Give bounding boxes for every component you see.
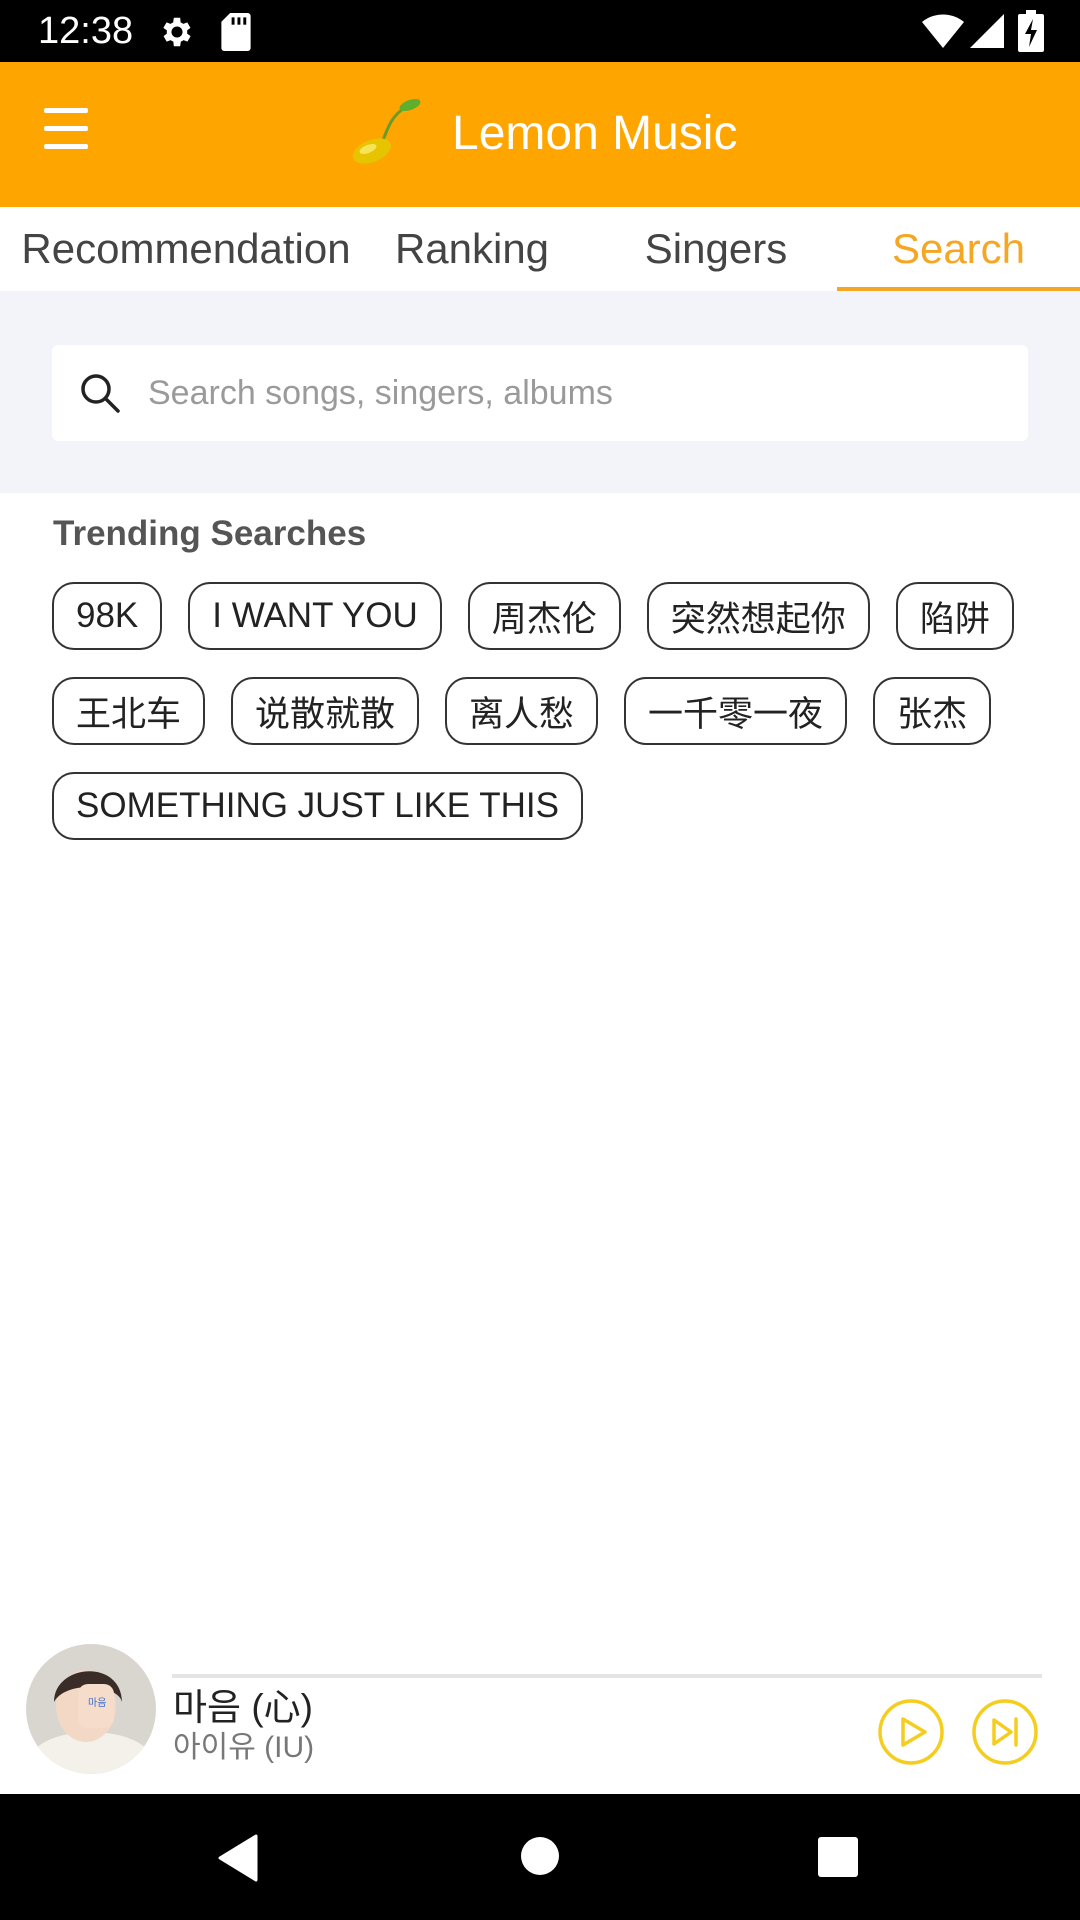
song-artist: 아이유 (IU) bbox=[173, 1731, 315, 1764]
menu-icon-line bbox=[44, 107, 88, 113]
tab-recommendation[interactable]: Recommendation bbox=[0, 207, 372, 291]
mini-player[interactable]: 마음 마음 (心) 아이유 (IU) bbox=[0, 1638, 1080, 1794]
trending-tag[interactable]: 周杰伦 bbox=[467, 582, 621, 650]
menu-icon-line bbox=[44, 125, 88, 131]
sd-card-icon bbox=[221, 13, 251, 51]
search-area bbox=[0, 291, 1080, 493]
next-button[interactable] bbox=[972, 1699, 1038, 1765]
settings-icon bbox=[163, 17, 191, 47]
home-icon[interactable] bbox=[520, 1836, 560, 1876]
wifi-icon bbox=[922, 14, 964, 48]
search-box bbox=[52, 345, 1028, 441]
tab-ranking[interactable]: Ranking bbox=[372, 207, 572, 291]
system-nav-bar bbox=[0, 1794, 1080, 1920]
app-bar: Lemon Music bbox=[0, 62, 1080, 207]
play-button[interactable] bbox=[878, 1699, 944, 1765]
battery-icon bbox=[1018, 10, 1044, 52]
album-art[interactable]: 마음 bbox=[26, 1644, 156, 1774]
menu-icon-line bbox=[44, 143, 88, 149]
search-icon bbox=[81, 374, 120, 413]
svg-text:마음: 마음 bbox=[88, 1697, 106, 1709]
menu-button[interactable] bbox=[30, 92, 102, 164]
trending-tag[interactable]: I WANT YOU bbox=[188, 582, 442, 650]
trending-tags: 98K I WANT YOU 周杰伦 突然想起你 陷阱 王北车 说散就散 离人愁… bbox=[52, 582, 1042, 840]
cell-signal-icon bbox=[970, 14, 1004, 48]
trending-tag[interactable]: 突然想起你 bbox=[646, 582, 870, 650]
playback-progress[interactable] bbox=[172, 1674, 1042, 1678]
recents-icon[interactable] bbox=[818, 1837, 858, 1877]
trending-tag[interactable]: 离人愁 bbox=[445, 677, 599, 745]
app-title: Lemon Music bbox=[452, 107, 738, 160]
tab-bar: Recommendation Ranking Singers Search bbox=[0, 207, 1080, 291]
status-bar: 12:38 bbox=[0, 0, 1080, 62]
tab-search[interactable]: Search bbox=[837, 207, 1080, 291]
trending-tag[interactable]: 98K bbox=[52, 582, 163, 650]
trending-title: Trending Searches bbox=[53, 514, 367, 553]
trending-tag[interactable]: 王北车 bbox=[52, 677, 206, 745]
search-input[interactable] bbox=[146, 345, 1006, 441]
trending-tag[interactable]: 说散就散 bbox=[231, 677, 420, 745]
trending-tag[interactable]: 陷阱 bbox=[895, 582, 1014, 650]
song-title: 마음 (心) bbox=[173, 1687, 314, 1728]
trending-tag[interactable]: SOMETHING JUST LIKE THIS bbox=[52, 772, 583, 840]
trending-tag[interactable]: 张杰 bbox=[873, 677, 992, 745]
trending-tag[interactable]: 一千零一夜 bbox=[624, 677, 848, 745]
tab-singers[interactable]: Singers bbox=[600, 207, 832, 291]
back-icon[interactable] bbox=[216, 1834, 260, 1882]
lemon-logo-icon bbox=[353, 98, 421, 164]
status-time: 12:38 bbox=[38, 10, 134, 52]
